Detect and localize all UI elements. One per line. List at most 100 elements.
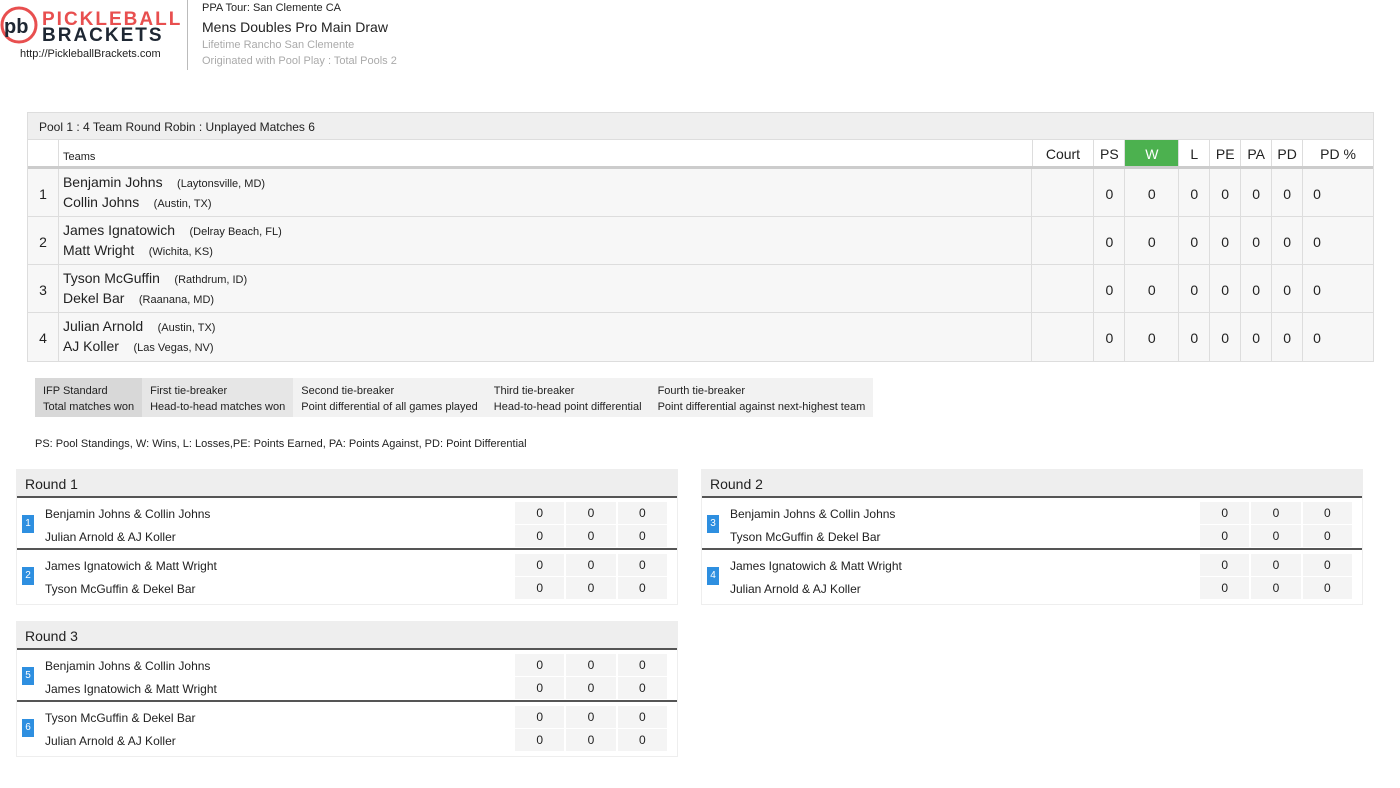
game-score[interactable]: 0 (566, 706, 616, 728)
row-number: 3 (28, 265, 59, 312)
game-score[interactable]: 0 (566, 554, 616, 576)
header-num-cell (28, 140, 59, 166)
game-score[interactable]: 0 (617, 706, 667, 728)
game-score[interactable]: 0 (617, 554, 667, 576)
match-card[interactable]: 4 James Ignatowich & Matt Wright Julian … (702, 550, 1362, 604)
game-score[interactable]: 0 (566, 502, 616, 524)
match-card[interactable]: 2 James Ignatowich & Matt Wright Tyson M… (17, 550, 677, 604)
game-score[interactable]: 0 (1302, 502, 1352, 524)
tour-name: PPA Tour: San Clemente CA (202, 2, 341, 14)
game-score[interactable]: 0 (1200, 502, 1250, 524)
match-card[interactable]: 1 Benjamin Johns & Collin Johns Julian A… (17, 498, 677, 550)
header-pe[interactable]: PE (1210, 140, 1242, 166)
match-scores: 000000 (515, 654, 669, 700)
game-score[interactable]: 0 (566, 577, 616, 599)
header-teams: Teams (59, 140, 1033, 166)
game-score[interactable]: 0 (617, 577, 667, 599)
pa-cell: 0 (1241, 313, 1273, 361)
site-url-link[interactable]: http://PickleballBrackets.com (20, 48, 161, 60)
score-row: 000 (515, 525, 669, 547)
round-title: Round 1 (17, 469, 677, 498)
player-name[interactable]: Benjamin Johns (63, 174, 163, 190)
pd-percent-cell: 0 (1313, 330, 1321, 346)
game-score[interactable]: 0 (566, 525, 616, 547)
game-score[interactable]: 0 (515, 654, 565, 676)
game-score[interactable]: 0 (1251, 554, 1301, 576)
game-score[interactable]: 0 (566, 729, 616, 751)
pool-title: Pool 1 : 4 Team Round Robin : Unplayed M… (28, 113, 1373, 140)
w-cell: 0 (1125, 265, 1180, 312)
game-score[interactable]: 0 (1302, 554, 1352, 576)
player-name[interactable]: Collin Johns (63, 194, 139, 210)
round-title: Round 3 (17, 621, 677, 650)
game-score[interactable]: 0 (515, 502, 565, 524)
player-name[interactable]: Dekel Bar (63, 290, 124, 306)
match-card[interactable]: 3 Benjamin Johns & Collin Johns Tyson Mc… (702, 498, 1362, 550)
game-score[interactable]: 0 (1251, 577, 1301, 599)
game-score[interactable]: 0 (515, 525, 565, 547)
player-name[interactable]: Matt Wright (63, 242, 134, 258)
game-score[interactable]: 0 (1200, 577, 1250, 599)
pd-percent-cell: 0 (1313, 282, 1321, 298)
game-score[interactable]: 0 (515, 677, 565, 699)
tiebreaker-title: Third tie-breaker (493, 385, 575, 397)
game-score[interactable]: 0 (617, 654, 667, 676)
match-scores: 000000 (1200, 554, 1354, 600)
pe-cell: 0 (1210, 265, 1242, 312)
game-score[interactable]: 0 (515, 706, 565, 728)
player-line: Julian Arnold (Austin, TX) (63, 318, 1032, 338)
pd-percent-cell: 0 (1313, 234, 1321, 250)
header-pd-percent[interactable]: PD % (1303, 140, 1373, 166)
ps-cell: 0 (1094, 313, 1126, 361)
player-name[interactable]: Tyson McGuffin (63, 270, 160, 286)
match-card[interactable]: 5 Benjamin Johns & Collin Johns James Ig… (17, 650, 677, 702)
game-score[interactable]: 0 (515, 729, 565, 751)
game-score[interactable]: 0 (566, 677, 616, 699)
score-row: 000 (515, 677, 669, 699)
match-team-2: Tyson McGuffin & Dekel Bar (45, 582, 196, 596)
player-name[interactable]: James Ignatowich (63, 222, 175, 238)
player-name[interactable]: AJ Koller (63, 338, 119, 354)
header-w[interactable]: W (1125, 140, 1180, 166)
pe-cell: 0 (1210, 313, 1242, 361)
game-score[interactable]: 0 (1251, 502, 1301, 524)
header-ps[interactable]: PS (1094, 140, 1126, 166)
row-number: 2 (28, 217, 59, 264)
match-team-1: Tyson McGuffin & Dekel Bar (45, 711, 196, 725)
player-location: (Las Vegas, NV) (133, 342, 214, 354)
page-header: pb PICKLEBALL BRACKETS http://Pickleball… (0, 0, 420, 72)
game-score[interactable]: 0 (515, 554, 565, 576)
player-line: Tyson McGuffin (Rathdrum, ID) (63, 270, 1032, 290)
match-card[interactable]: 6 Tyson McGuffin & Dekel Bar Julian Arno… (17, 702, 677, 756)
game-score[interactable]: 0 (1200, 525, 1250, 547)
game-score[interactable]: 0 (617, 729, 667, 751)
game-score[interactable]: 0 (1200, 554, 1250, 576)
player-name[interactable]: Julian Arnold (63, 318, 143, 334)
game-score[interactable]: 0 (1251, 525, 1301, 547)
round-3-panel: Round 3 5 Benjamin Johns & Collin Johns … (16, 621, 678, 757)
match-team-2: Julian Arnold & AJ Koller (45, 530, 176, 544)
game-score[interactable]: 0 (566, 654, 616, 676)
game-score[interactable]: 0 (617, 677, 667, 699)
game-score[interactable]: 0 (617, 502, 667, 524)
tiebreaker-legend: IFP Standard Total matches won First tie… (35, 378, 874, 417)
game-score[interactable]: 0 (1302, 577, 1352, 599)
header-pa[interactable]: PA (1241, 140, 1273, 166)
tiebreaker-item: Fourth tie-breaker Point differential ag… (649, 378, 874, 417)
game-score[interactable]: 0 (515, 577, 565, 599)
pd-cell: 0 (1272, 313, 1304, 361)
game-score[interactable]: 0 (1302, 525, 1352, 547)
game-score[interactable]: 0 (617, 525, 667, 547)
tiebreaker-desc: Point differential against next-highest … (657, 401, 866, 413)
header-pd[interactable]: PD (1272, 140, 1304, 166)
match-team-2: Julian Arnold & AJ Koller (730, 582, 861, 596)
w-cell: 0 (1125, 217, 1180, 264)
tiebreaker-desc: Head-to-head point differential (493, 401, 642, 413)
player-line: Dekel Bar (Raanana, MD) (63, 290, 1032, 310)
tiebreaker-desc: Total matches won (43, 401, 135, 413)
header-l[interactable]: L (1179, 140, 1211, 166)
match-team-1: Benjamin Johns & Collin Johns (730, 507, 896, 521)
match-scores: 000000 (515, 554, 669, 600)
w-cell: 0 (1125, 313, 1180, 361)
pd-percent-cell: 0 (1313, 186, 1321, 202)
